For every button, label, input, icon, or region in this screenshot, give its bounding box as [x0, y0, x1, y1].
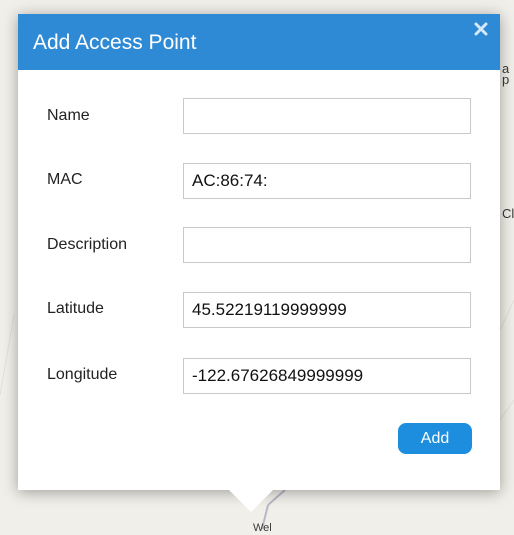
mac-field[interactable] [183, 163, 471, 199]
add-button[interactable]: Add [398, 423, 472, 454]
longitude-field[interactable] [183, 358, 471, 394]
name-label: Name [47, 107, 90, 124]
close-icon-glyph [474, 22, 488, 36]
longitude-label: Longitude [47, 366, 118, 383]
popup-pointer [229, 490, 273, 512]
add-access-point-dialog: Add Access Point Name MAC Description La… [18, 14, 500, 490]
latitude-label: Latitude [47, 300, 104, 317]
map-label-right-top-p: p [502, 72, 510, 87]
description-field[interactable] [183, 227, 471, 263]
close-icon[interactable] [473, 21, 489, 37]
latitude-field[interactable] [183, 292, 471, 328]
name-field[interactable] [183, 98, 471, 134]
description-label: Description [47, 236, 128, 253]
map-label-right-mid: Cl [502, 206, 514, 221]
mac-label: MAC [47, 171, 83, 188]
dialog-title: Add Access Point [33, 31, 197, 54]
dialog-header: Add Access Point [18, 14, 500, 70]
